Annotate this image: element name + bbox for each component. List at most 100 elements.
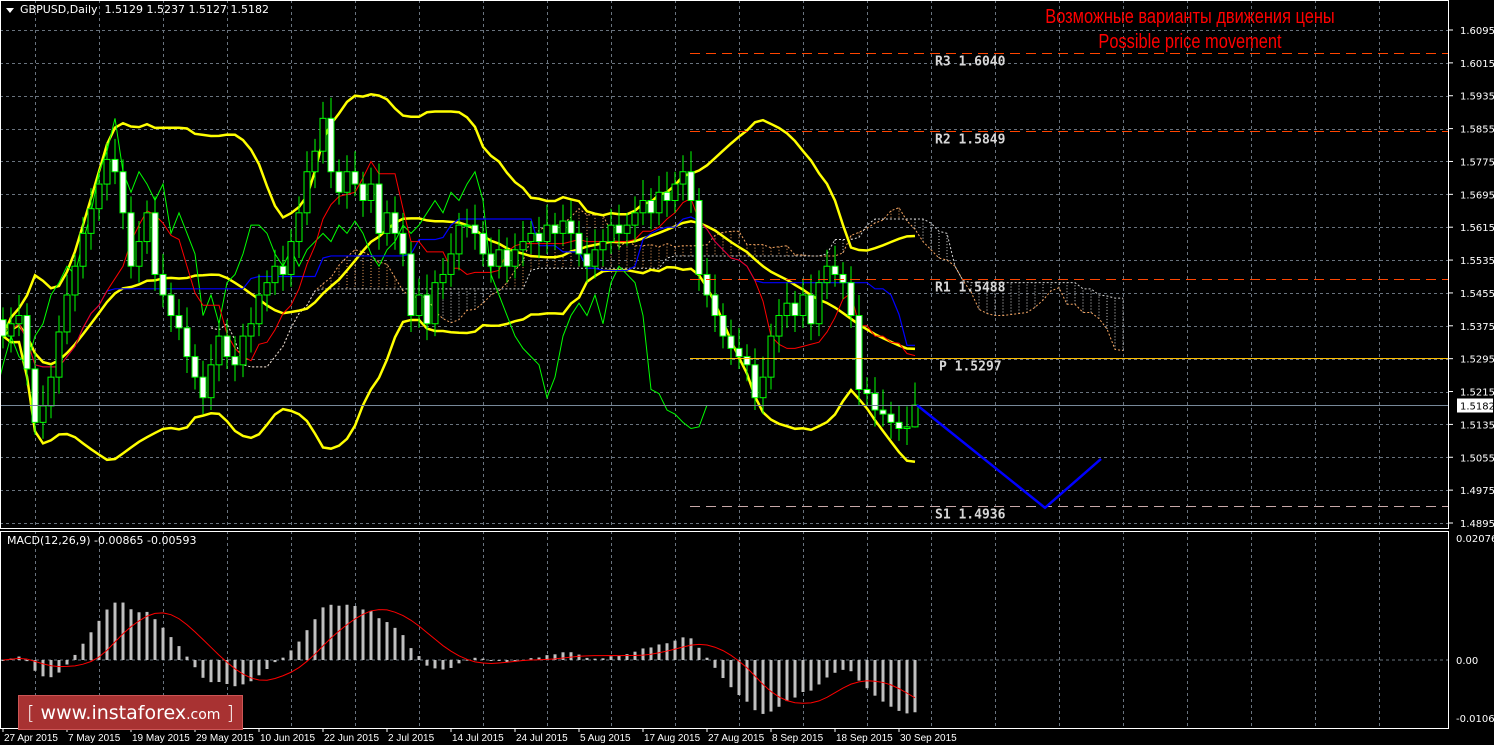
candle-body	[575, 232, 583, 255]
candle-body	[327, 117, 335, 173]
macd-histogram-bar	[241, 660, 245, 685]
time-axis-label: 30 Sep 2015	[900, 733, 957, 744]
candle-body	[647, 199, 655, 214]
candle-body	[127, 212, 135, 267]
candle-body	[687, 171, 695, 201]
time-axis-label: 17 Aug 2015	[644, 733, 701, 744]
time-axis-label: 27 Apr 2015	[4, 733, 58, 744]
time-axis-label: 14 Jul 2015	[452, 733, 504, 744]
macd-histogram-bar	[793, 660, 797, 698]
candle-body	[607, 224, 615, 243]
time-axis-label: 2 Jul 2015	[388, 733, 435, 744]
macd-histogram-bar	[321, 607, 325, 660]
candle-body	[455, 224, 463, 255]
macd-histogram-bar	[457, 660, 461, 664]
bollinger-lower	[2, 265, 916, 463]
price-chart[interactable]: R3 1.6040 R2 1.5849 R1 1.5488 P 1.5297 S1 1.…	[0, 0, 1494, 745]
macd-histogram-bar	[441, 660, 445, 670]
candle-body	[367, 183, 375, 201]
candle-body	[175, 315, 183, 329]
candle-body	[447, 253, 455, 275]
candle-body	[519, 241, 527, 251]
macd-histogram-bar	[857, 660, 861, 681]
candle-body	[199, 376, 207, 399]
candle-body	[415, 294, 423, 317]
candle-body	[567, 220, 575, 234]
candle-body	[31, 368, 39, 423]
candle-body	[63, 294, 71, 333]
dropdown-triangle-icon[interactable]	[6, 7, 14, 13]
macd-histogram-bar	[217, 660, 221, 683]
time-axis-label: 10 Jun 2015	[260, 733, 315, 744]
main-pane-plot: R3 1.6040 R2 1.5849 R1 1.5488 P 1.5297 S1 1.…	[1, 53, 1448, 523]
candle-body	[303, 171, 311, 214]
time-axis-label: 29 May 2015	[196, 733, 254, 744]
candle-body	[15, 315, 23, 325]
macd-axis-label: -0.01062	[1456, 714, 1494, 725]
candle-body	[887, 413, 895, 423]
macd-histogram-bar	[145, 611, 149, 660]
macd-histogram-bar	[769, 660, 773, 712]
candle-body	[903, 426, 911, 430]
candle-body	[79, 232, 87, 267]
macd-histogram-bar	[473, 657, 477, 660]
candle-body	[143, 212, 151, 243]
macd-histogram-bar	[129, 609, 133, 660]
candle-body	[223, 335, 231, 358]
candle-body	[159, 273, 167, 296]
candle-body	[535, 232, 543, 243]
macd-histogram-bar	[385, 622, 389, 660]
candle-body	[895, 421, 903, 430]
candle-body	[591, 249, 599, 267]
macd-histogram-bar	[689, 638, 693, 660]
time-axis-label: 19 May 2015	[132, 733, 190, 744]
time-axis-label: 5 Aug 2015	[580, 733, 631, 744]
macd-histogram-bar	[433, 660, 437, 669]
macd-histogram-bar	[825, 660, 829, 678]
macd-histogram-bar	[89, 632, 93, 660]
candle-body	[103, 158, 111, 185]
macd-histogram-bar	[809, 660, 813, 691]
macd-histogram-bar	[737, 660, 741, 696]
candle-body	[863, 388, 871, 395]
candle-body	[495, 249, 503, 267]
candle-body	[263, 282, 271, 296]
candle-body	[87, 208, 95, 234]
macd-histogram-bar	[353, 605, 357, 660]
macd-histogram-bar	[177, 646, 181, 660]
candle-body	[543, 224, 551, 243]
price-axis-label: 1.5215	[1460, 388, 1494, 399]
candle-body	[559, 220, 567, 234]
macd-histogram-bar	[161, 627, 165, 660]
candle-body	[431, 282, 439, 325]
candle-body	[23, 315, 31, 370]
macd-histogram-bar	[329, 604, 333, 660]
candle-body	[119, 171, 127, 214]
macd-histogram-bar	[377, 618, 381, 660]
price-axis-label: 1.5935	[1460, 92, 1494, 103]
candle-body	[703, 273, 711, 296]
candle-body	[71, 265, 79, 296]
macd-histogram-bar	[401, 635, 405, 660]
candle-body	[855, 315, 863, 390]
macd-histogram-bar	[113, 602, 117, 660]
macd-histogram-bar	[489, 660, 493, 661]
candle-body	[111, 158, 119, 173]
candle-body	[231, 356, 239, 366]
macd-histogram-bar	[97, 620, 101, 660]
candle-body	[879, 409, 887, 415]
macd-histogram-bar	[297, 641, 301, 660]
macd-histogram-bar	[705, 657, 709, 660]
price-axis-label: 1.5295	[1460, 355, 1494, 366]
candle-body	[279, 265, 287, 275]
candle-body	[751, 364, 759, 399]
macd-histogram-bar	[233, 660, 237, 687]
candle-body	[599, 241, 607, 251]
macd-histogram-bar	[481, 658, 485, 660]
macd-histogram-bar	[617, 655, 621, 660]
macd-histogram-bar	[673, 640, 677, 660]
macd-histogram-bar	[201, 660, 205, 678]
macd-histogram-bar	[881, 660, 885, 702]
time-axis-label: 24 Jul 2015	[516, 733, 568, 744]
watermark-suffix: .com	[186, 707, 221, 723]
